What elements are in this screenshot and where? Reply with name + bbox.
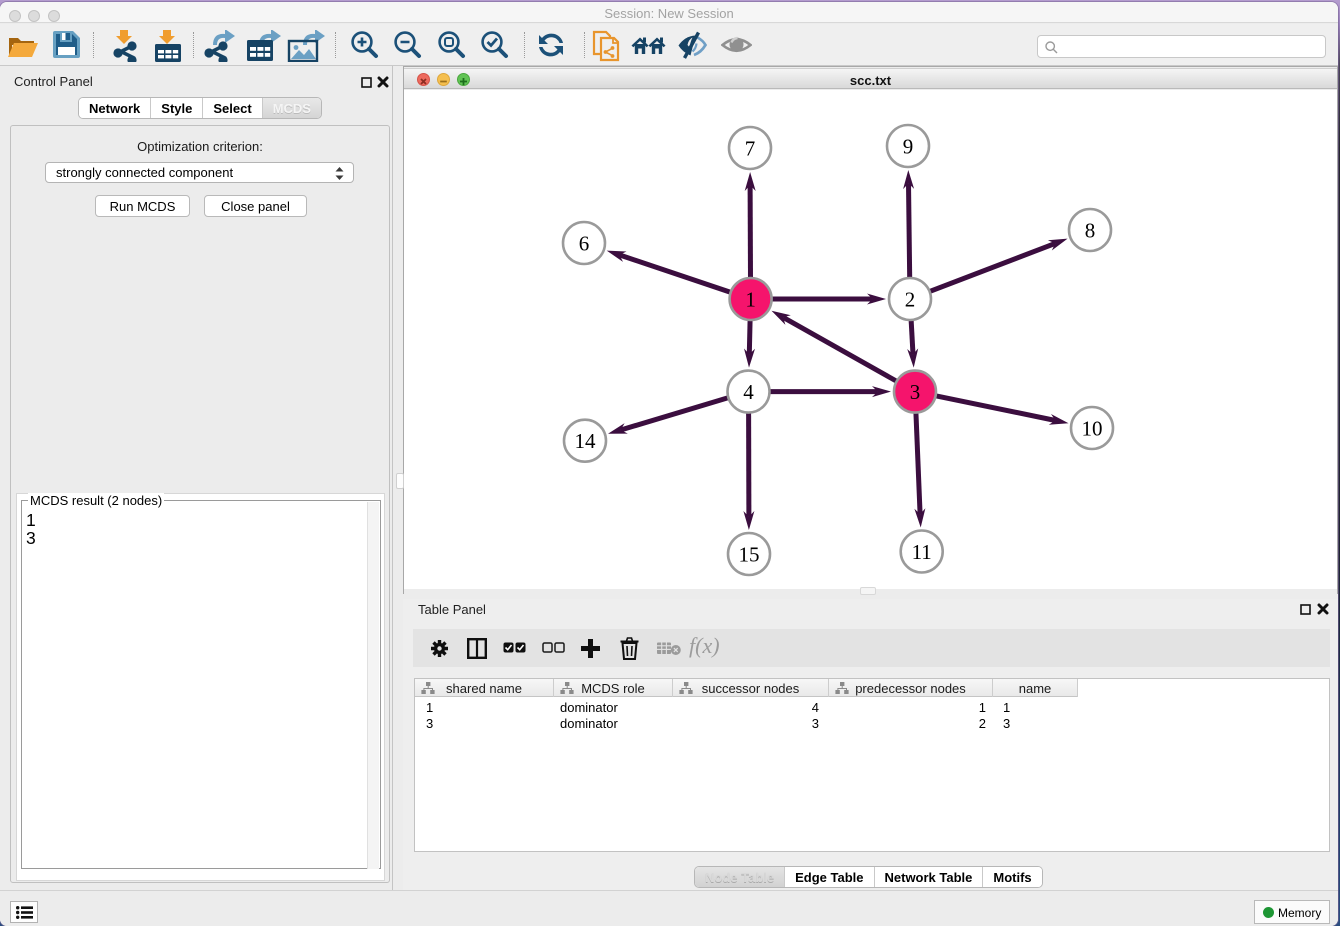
- svg-text:4: 4: [743, 380, 754, 404]
- svg-text:11: 11: [912, 540, 932, 564]
- svg-text:7: 7: [745, 137, 756, 161]
- svg-text:15: 15: [739, 543, 760, 567]
- svg-text:14: 14: [575, 429, 597, 453]
- svg-text:6: 6: [579, 232, 590, 256]
- svg-text:3: 3: [910, 380, 921, 404]
- svg-text:10: 10: [1082, 417, 1103, 441]
- svg-text:9: 9: [903, 135, 914, 159]
- svg-text:8: 8: [1085, 219, 1096, 243]
- svg-text:2: 2: [905, 288, 916, 312]
- svg-text:1: 1: [745, 288, 756, 312]
